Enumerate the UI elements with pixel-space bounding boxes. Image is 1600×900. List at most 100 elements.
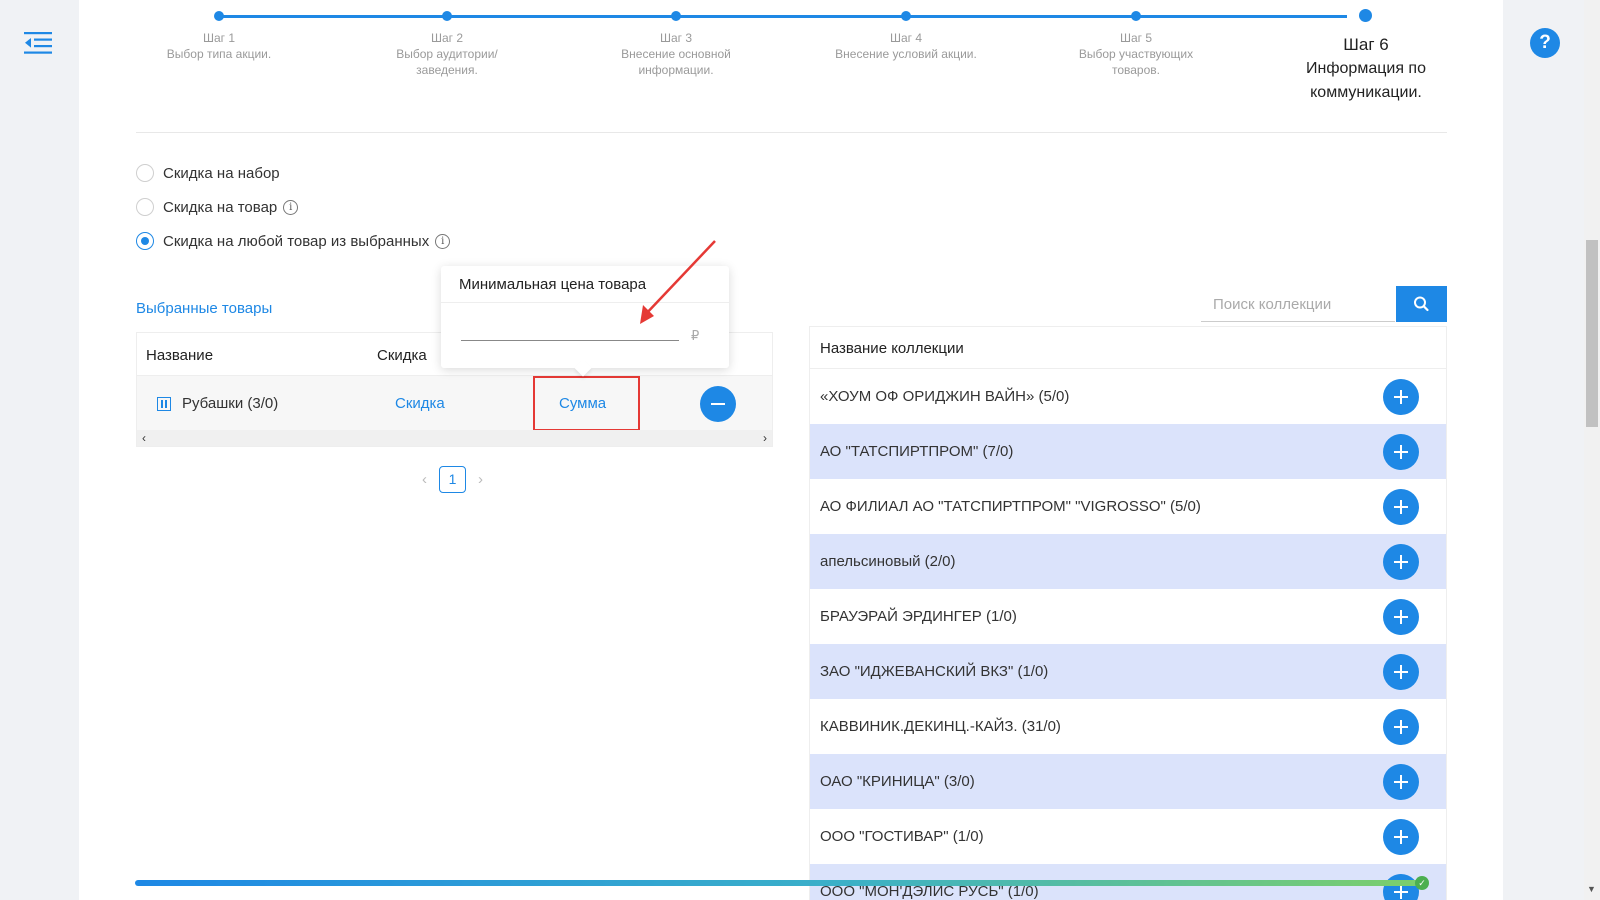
radio-label: Скидка на товар [163, 198, 278, 216]
step-desc: Выбор типа акции. [166, 47, 272, 61]
step-title: Шаг 1 [202, 31, 236, 45]
add-collection-button[interactable] [1383, 544, 1419, 580]
radio-label: Скидка на любой товар из выбранных [163, 232, 430, 250]
info-icon[interactable]: i [283, 199, 299, 215]
add-collection-button[interactable] [1383, 599, 1419, 635]
pagination: ‹ 1 › [422, 466, 483, 493]
scroll-left-icon[interactable]: ‹ [142, 431, 146, 445]
step-3[interactable]: Шаг 3 Внесение основной информации. [611, 30, 741, 78]
header-collection-name: Название коллекции [820, 340, 964, 357]
progress-bar [135, 880, 1418, 886]
radio-circle[interactable] [136, 164, 154, 182]
collection-search-input[interactable]: Поиск коллекции [1201, 286, 1395, 322]
collection-name: «ХОУМ ОФ ОРИДЖИН ВАЙН» (5/0) [820, 388, 1070, 405]
radio-discount-set[interactable]: Скидка на набор [136, 164, 280, 182]
collection-name: ООО "ГОСТИВАР" (1/0) [820, 828, 984, 845]
collection-name: ЗАО "ИДЖЕВАНСКИЙ ВКЗ" (1/0) [820, 663, 1049, 680]
prev-page-icon[interactable]: ‹ [422, 471, 427, 488]
collection-row: апельсиновый (2/0) [810, 534, 1446, 589]
search-placeholder: Поиск коллекции [1213, 296, 1332, 313]
menu-collapse-icon[interactable] [24, 30, 52, 56]
info-icon[interactable]: i [435, 233, 451, 249]
step-dot-3[interactable] [671, 11, 681, 21]
search-button[interactable] [1396, 286, 1447, 322]
collection-row: ОАО "КРИНИЦА" (3/0) [810, 754, 1446, 809]
scroll-down-icon[interactable]: ▼ [1587, 884, 1596, 894]
collection-name: АО ФИЛИАЛ АО "ТАТСПИРТПРОМ" "VIGROSSO" (… [820, 498, 1201, 515]
tree-icon[interactable] [157, 396, 171, 411]
search-icon [1414, 296, 1429, 312]
add-collection-button[interactable] [1383, 654, 1419, 690]
collection-row: АО ФИЛИАЛ АО "ТАТСПИРТПРОМ" "VIGROSSO" (… [810, 479, 1446, 534]
radio-circle-checked[interactable] [136, 232, 154, 250]
add-collection-button[interactable] [1383, 434, 1419, 470]
collection-name: БРАУЭРАЙ ЭРДИНГЕР (1/0) [820, 608, 1017, 625]
collection-name: АО "ТАТСПИРТПРОМ" (7/0) [820, 443, 1014, 460]
step-title: Шаг 4 [889, 31, 923, 45]
add-collection-button[interactable] [1383, 764, 1419, 800]
horizontal-scrollbar[interactable]: ‹ › [137, 430, 772, 446]
add-collection-button[interactable] [1383, 709, 1419, 745]
step-dot-5[interactable] [1131, 11, 1141, 21]
page-1-button[interactable]: 1 [439, 466, 466, 493]
step-dot-4[interactable] [901, 11, 911, 21]
radio-circle[interactable] [136, 198, 154, 216]
radio-label: Скидка на набор [163, 164, 280, 182]
min-price-input[interactable] [461, 340, 679, 341]
step-title: Шаг 5 [1119, 31, 1153, 45]
divider [136, 132, 1447, 133]
collection-row: «ХОУМ ОФ ОРИДЖИН ВАЙН» (5/0) [810, 369, 1446, 424]
step-desc: Выбор участвующих товаров. [1078, 47, 1194, 77]
add-collection-button[interactable] [1383, 874, 1419, 900]
collection-name: КАВВИНИК.ДЕКИНЦ.-КАЙЗ. (31/0) [820, 718, 1061, 735]
scrollbar-thumb[interactable] [1586, 240, 1598, 427]
remove-button[interactable] [700, 386, 736, 422]
progress-check-icon: ✓ [1415, 876, 1429, 890]
min-price-popover: Минимальная цена товара ₽ [441, 266, 729, 377]
step-dot-6[interactable] [1359, 9, 1372, 22]
header-discount: Скидка [377, 347, 427, 364]
radio-discount-product[interactable]: Скидка на товар i [136, 198, 299, 216]
header-name: Название [146, 347, 214, 364]
product-name: Рубашки (3/0) [157, 395, 278, 412]
collections-header: Название коллекции [810, 327, 1446, 369]
step-title: Шаг 3 [659, 31, 693, 45]
table-row: Рубашки (3/0) Скидка Сумма [137, 376, 772, 431]
sum-link[interactable]: Сумма [559, 395, 606, 412]
product-name-text: Рубашки (3/0) [182, 395, 279, 412]
collection-name: ОАО "КРИНИЦА" (3/0) [820, 773, 975, 790]
step-dot-1[interactable] [214, 11, 224, 21]
next-page-icon[interactable]: › [478, 471, 483, 488]
add-collection-button[interactable] [1383, 379, 1419, 415]
step-desc: Выбор аудитории/заведения. [396, 47, 498, 77]
collection-row: БРАУЭРАЙ ЭРДИНГЕР (1/0) [810, 589, 1446, 644]
add-collection-button[interactable] [1383, 819, 1419, 855]
step-dot-2[interactable] [442, 11, 452, 21]
collection-name: апельсиновый (2/0) [820, 553, 956, 570]
collection-row: ЗАО "ИДЖЕВАНСКИЙ ВКЗ" (1/0) [810, 644, 1446, 699]
step-6-active[interactable]: Шаг 6 Информация по коммуникации. [1266, 33, 1466, 105]
help-button[interactable]: ? [1530, 28, 1560, 58]
step-desc: Внесение условий акции. [835, 47, 977, 61]
popover-title: Минимальная цена товара [459, 276, 647, 293]
discount-link[interactable]: Скидка [395, 395, 445, 412]
page-scrollbar[interactable]: ▼ [1584, 0, 1600, 900]
step-5[interactable]: Шаг 5 Выбор участвующих товаров. [1071, 30, 1201, 78]
collection-row: АО "ТАТСПИРТПРОМ" (7/0) [810, 424, 1446, 479]
radio-discount-any-selected[interactable]: Скидка на любой товар из выбранных i [136, 232, 451, 250]
collections-table: Название коллекции «ХОУМ ОФ ОРИДЖИН ВАЙН… [809, 326, 1447, 900]
scroll-right-icon[interactable]: › [763, 431, 767, 445]
step-2[interactable]: Шаг 2 Выбор аудитории/заведения. [382, 30, 512, 78]
stepper-track [219, 15, 1347, 18]
collection-row: ООО "ГОСТИВАР" (1/0) [810, 809, 1446, 864]
step-title: Шаг 6 [1343, 35, 1389, 54]
main-panel: Шаг 1 Выбор типа акции. Шаг 2 Выбор ауди… [79, 0, 1503, 900]
popover-separator [441, 302, 729, 303]
currency-symbol: ₽ [691, 328, 700, 343]
add-collection-button[interactable] [1383, 489, 1419, 525]
step-desc: Внесение основной информации. [621, 47, 731, 77]
step-1[interactable]: Шаг 1 Выбор типа акции. [129, 30, 309, 62]
step-title: Шаг 2 [430, 31, 464, 45]
step-4[interactable]: Шаг 4 Внесение условий акции. [816, 30, 996, 62]
collection-row: КАВВИНИК.ДЕКИНЦ.-КАЙЗ. (31/0) [810, 699, 1446, 754]
